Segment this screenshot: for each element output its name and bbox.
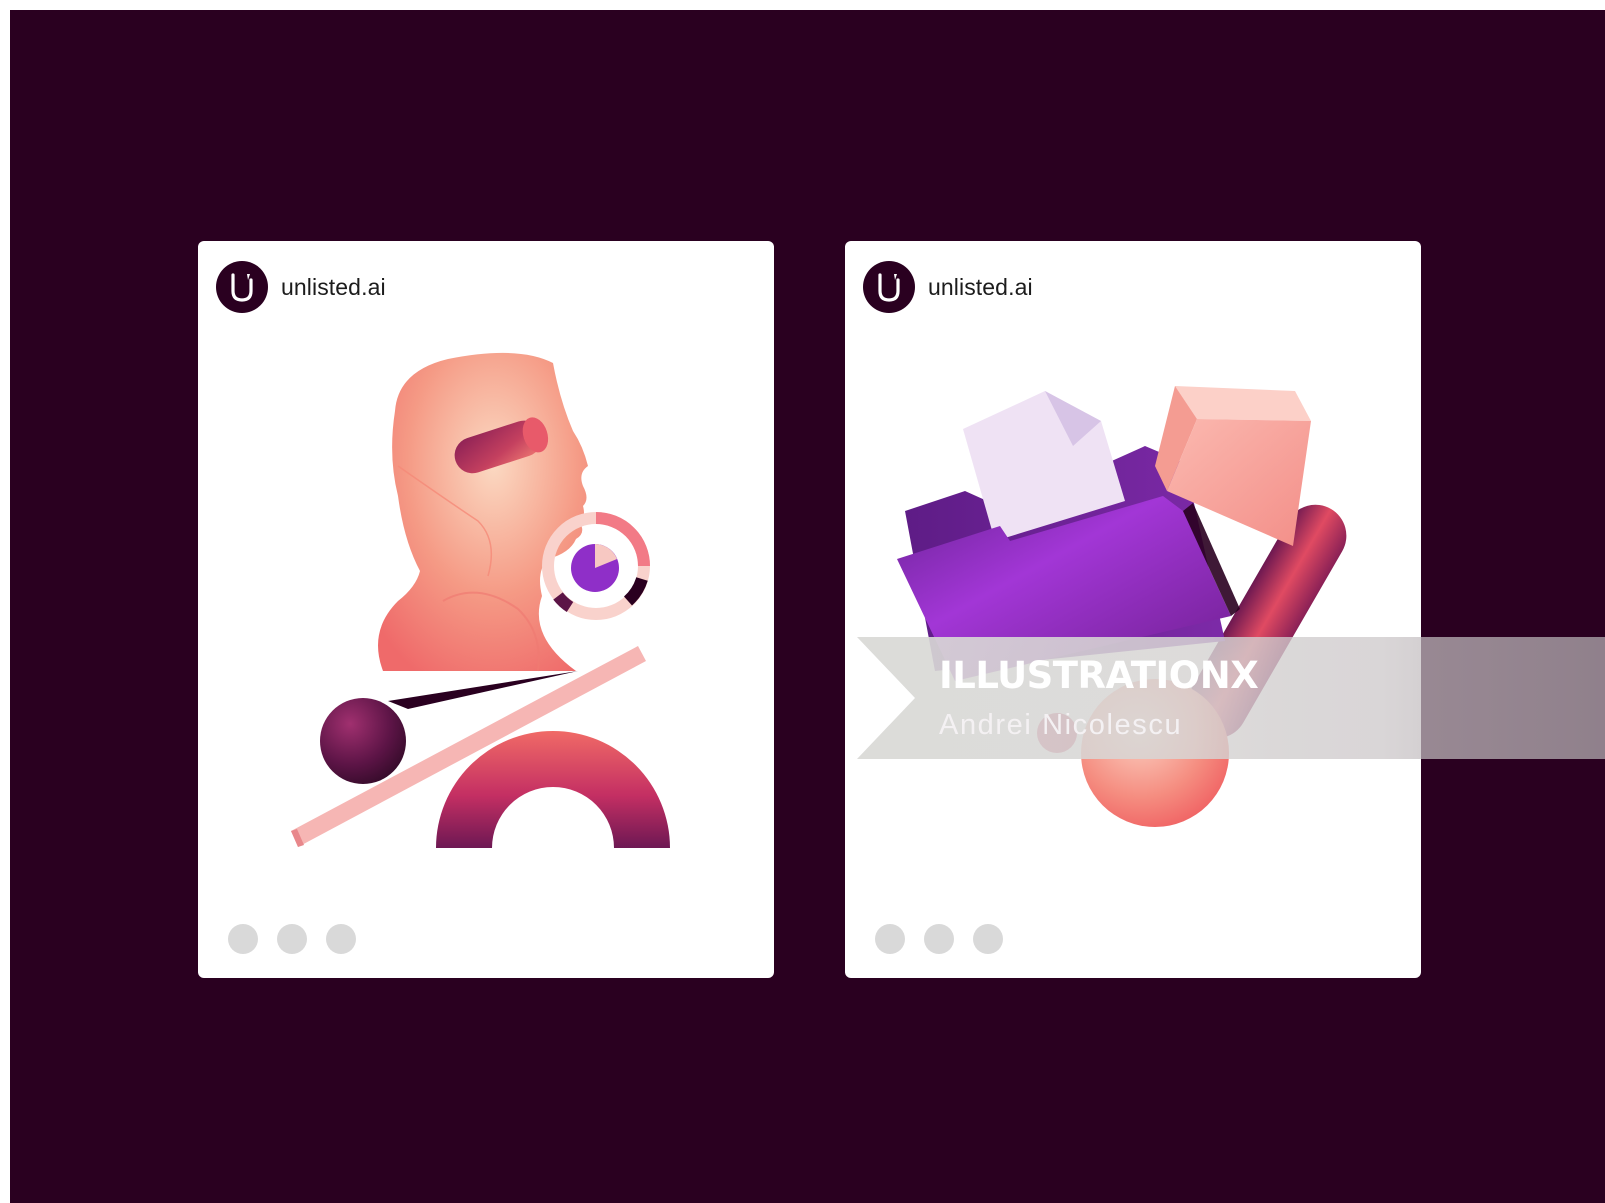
carousel-dot[interactable] (228, 924, 258, 954)
illustration-folder-scene (897, 386, 1347, 827)
carousel-dot[interactable] (326, 924, 356, 954)
watermark-x-mark: X (1230, 654, 1259, 697)
watermark-artist: Andrei Nicolescu (939, 709, 1183, 741)
carousel-dots (875, 924, 1022, 954)
watermark-brand: ILLUSTRATIONX (939, 654, 1259, 697)
illustration-head-scene (291, 352, 670, 848)
watermark-banner: ILLUSTRATIONX Andrei Nicolescu (857, 637, 1605, 759)
post-card-right[interactable]: unlisted.ai (845, 241, 1421, 978)
carousel-dot[interactable] (277, 924, 307, 954)
post-card-left[interactable]: unlisted.ai (198, 241, 774, 978)
carousel-dot[interactable] (973, 924, 1003, 954)
carousel-dot[interactable] (875, 924, 905, 954)
canvas-background: unlisted.ai unlisted.ai (10, 10, 1605, 1203)
carousel-dot[interactable] (924, 924, 954, 954)
carousel-dots (228, 924, 375, 954)
